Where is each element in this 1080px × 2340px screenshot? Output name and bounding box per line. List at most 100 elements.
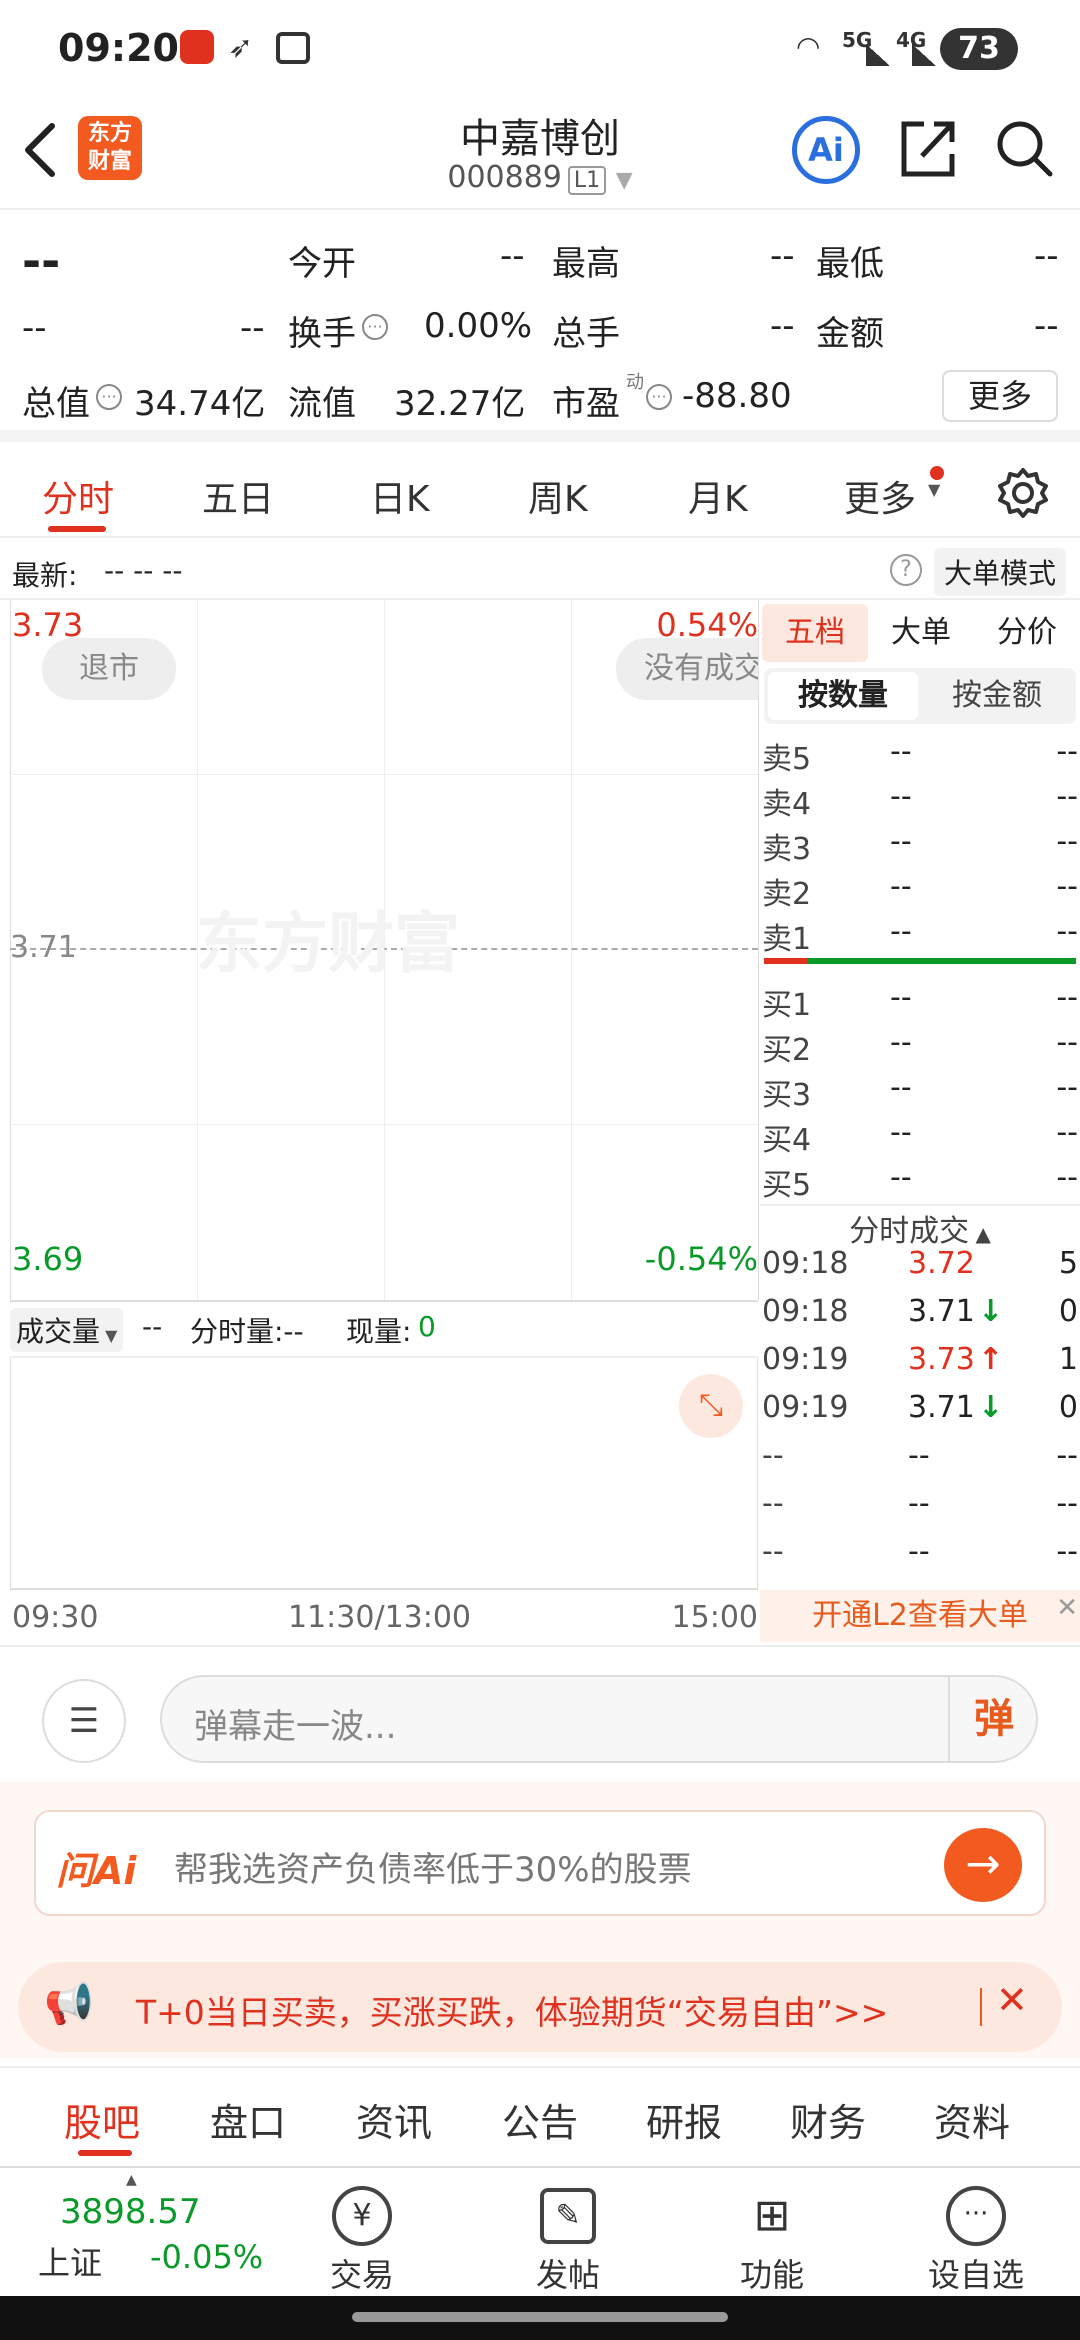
arrow-up-icon: ↑ (978, 1342, 1004, 1377)
trade-price: -- (908, 1438, 930, 1473)
volume-chart[interactable]: ⤡ (10, 1358, 758, 1590)
trade-row: 09:19 3.73 ↑ 1 (762, 1342, 1078, 1382)
buy-level-volume: -- (1056, 1115, 1078, 1150)
time-start: 09:30 (12, 1600, 99, 1635)
danmu-bar: ☰ 弹幕走一波... 弹 (0, 1645, 1080, 1785)
buy-level-row: 买3 -- -- (762, 1070, 1078, 1113)
buy-level-price: -- (890, 1115, 912, 1150)
danmu-send-button[interactable]: 弹 (948, 1677, 1038, 1761)
help-icon[interactable]: ? (890, 554, 922, 586)
close-icon[interactable]: ✕ (996, 1978, 1028, 2022)
pe-value: -88.80 (682, 376, 792, 416)
tab-five-day[interactable]: 五日 (202, 470, 274, 522)
index-widget[interactable]: ▲ 3898.57 上证 -0.05% (20, 2172, 270, 2290)
nav-functions[interactable]: ⊞ 功能 (702, 2186, 842, 2296)
tab-finance[interactable]: 财务 (790, 2092, 866, 2147)
volume-header: 成交量 ▼ -- 分时量:-- 现量: 0 (10, 1300, 758, 1358)
promo-divider (980, 1988, 982, 2026)
sell-level-price: -- (890, 779, 912, 814)
buy-level-row: 买5 -- -- (762, 1160, 1078, 1203)
sell-level-label: 卖3 (762, 832, 812, 867)
trade-row: 09:18 3.72 5 (762, 1246, 1078, 1286)
tab-more[interactable]: 更多 (844, 470, 916, 522)
expand-icon[interactable]: ⤡ (679, 1374, 743, 1438)
danmu-settings-icon[interactable]: ☰ (42, 1679, 126, 1763)
promo-banner[interactable]: 📢 T+0当日买卖，买涨买跌，体验期货“交易自由”>> ✕ (18, 1962, 1062, 2052)
tab-announcements[interactable]: 公告 (502, 2092, 578, 2147)
order-book-tabs: 五档 大单 分价 (762, 604, 1080, 662)
danmu-placeholder: 弹幕走一波... (194, 1707, 397, 1747)
tab-monthly-k[interactable]: 月K (688, 470, 748, 522)
info-icon[interactable]: ··· (362, 314, 388, 340)
sell-level-row: 卖2 -- -- (762, 869, 1078, 912)
volume-select[interactable]: 成交量 ▼ (10, 1308, 124, 1352)
arrow-right-icon[interactable]: → (944, 1828, 1022, 1902)
tab-daily-k[interactable]: 日K (370, 470, 430, 522)
trade-price: 3.73 (908, 1342, 975, 1377)
tab-research[interactable]: 研报 (646, 2092, 722, 2147)
stock-code: 000889 (447, 160, 562, 195)
trade-row: 09:19 3.71 ↓ 0 (762, 1390, 1078, 1430)
trade-time: 09:19 (762, 1390, 849, 1425)
subtab-by-quantity[interactable]: 按数量 (768, 672, 918, 720)
trade-price: 3.71 (908, 1390, 975, 1425)
tab-big-order[interactable]: 大单 (868, 604, 974, 662)
time-axis: 09:30 11:30/13:00 15:00 (10, 1592, 758, 1642)
trade-time: -- (762, 1534, 784, 1569)
bottom-price: 3.69 (12, 1240, 84, 1278)
trades-header[interactable]: 分时成交 ▲ (760, 1204, 1080, 1249)
subtab-by-amount[interactable]: 按金额 (922, 672, 1072, 720)
buy-level-label: 买3 (762, 1078, 812, 1113)
ai-icon[interactable]: Ai (792, 116, 860, 184)
intraday-chart[interactable]: 东方财富 3.73 0.54% 退市 没有成交 3.71 3.69 -0.54% (10, 600, 759, 1300)
ask-ai-brand: 问Ai (56, 1849, 137, 1893)
sell-level-volume: -- (1056, 734, 1078, 769)
search-icon[interactable] (994, 118, 1056, 180)
buy-level-label: 买2 (762, 1033, 812, 1068)
grid-icon: ⊞ (753, 2190, 791, 2241)
tab-market-depth[interactable]: 盘口 (210, 2092, 286, 2147)
more-button[interactable]: 更多 (942, 370, 1058, 422)
pe-label: 市盈 (552, 384, 620, 424)
caret-down-icon: ▼ (928, 480, 941, 499)
tab-profile[interactable]: 资料 (934, 2092, 1010, 2147)
l2-banner-text: 开通L2查看大单 (812, 1598, 1028, 1633)
edit-icon: ✎ (540, 2188, 596, 2244)
settings-gear-icon[interactable] (996, 466, 1050, 520)
buy-level-price: -- (890, 1160, 912, 1195)
delisted-badge: 退市 (42, 638, 176, 700)
quote-panel: -- -- -- 今开 -- 最高 -- 最低 -- 换手 ··· 0.00% … (0, 212, 1080, 442)
market-cap-label: 总值 (22, 384, 90, 424)
nav-trade[interactable]: ¥ 交易 (292, 2186, 432, 2296)
nav-post[interactable]: ✎ 发帖 (498, 2186, 638, 2296)
index-name: 上证 (38, 2244, 103, 2282)
buy-level-volume: -- (1056, 1160, 1078, 1195)
active-tab-indicator (78, 2150, 132, 2156)
buy-level-label: 买5 (762, 1168, 812, 1203)
info-icon[interactable]: ··· (646, 384, 672, 410)
sell-level-price: -- (890, 824, 912, 859)
info-icon[interactable]: ··· (96, 384, 122, 410)
latest-value: -- -- -- (104, 554, 183, 587)
share-icon[interactable] (898, 116, 958, 180)
home-indicator[interactable] (352, 2312, 728, 2322)
tab-weekly-k[interactable]: 周K (528, 470, 588, 522)
buy-level-price: -- (890, 1025, 912, 1060)
big-order-mode-button[interactable]: 大单模式 (934, 548, 1067, 596)
current-price: -- (22, 234, 61, 288)
nav-add-watchlist[interactable]: ··· 设自选 (906, 2186, 1046, 2296)
tab-price-split[interactable]: 分价 (974, 604, 1080, 662)
tab-five-level[interactable]: 五档 (762, 604, 868, 662)
close-icon[interactable]: ✕ (1056, 1582, 1078, 1634)
ask-ai-box[interactable]: 问Ai 帮我选资产负债率低于30%的股票 → (34, 1810, 1046, 1916)
danmu-input[interactable]: 弹幕走一波... 弹 (160, 1675, 1038, 1763)
tab-intraday[interactable]: 分时 (42, 470, 114, 522)
buy-level-label: 买4 (762, 1123, 812, 1158)
mid-price: 3.71 (10, 930, 77, 965)
l2-banner[interactable]: 开通L2查看大单 ✕ (760, 1590, 1080, 1642)
volume-dash: -- (142, 1310, 163, 1343)
tab-news[interactable]: 资讯 (356, 2092, 432, 2147)
sell-level-volume: -- (1056, 824, 1078, 859)
tab-forum[interactable]: 股吧 (64, 2092, 140, 2147)
high-label: 最高 (552, 244, 620, 284)
